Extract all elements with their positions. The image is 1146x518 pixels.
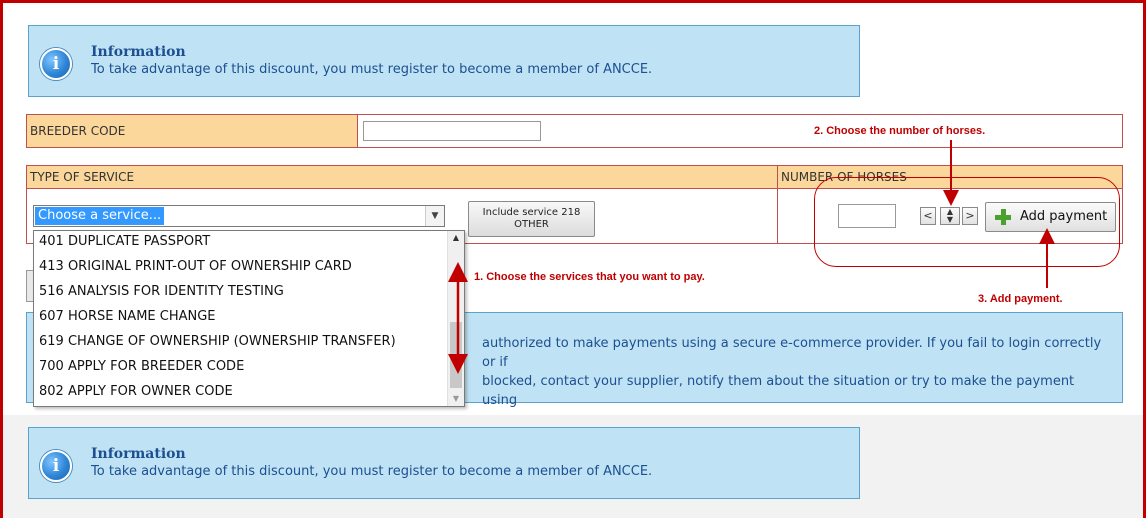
- annotation-arrows: [448, 140, 1055, 374]
